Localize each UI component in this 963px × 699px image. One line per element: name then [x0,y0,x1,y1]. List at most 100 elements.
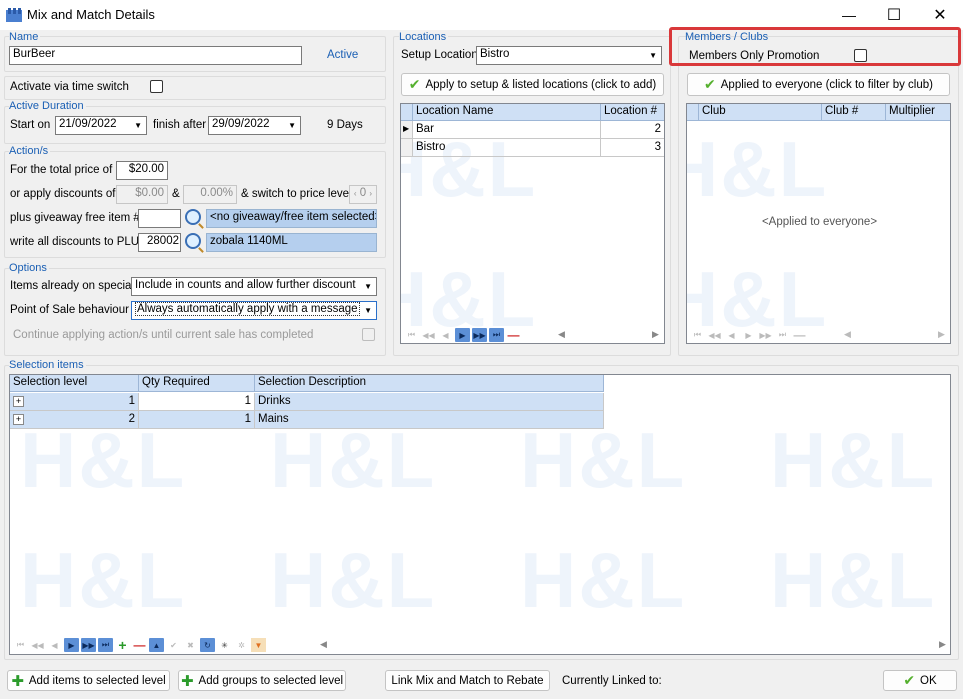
qty-required-cell[interactable]: 1 [139,411,255,429]
selection-description-cell[interactable]: Drinks [255,393,604,411]
column-header-multiplier[interactable]: Multiplier [886,104,950,121]
delete-record-icon[interactable]: — [132,638,147,652]
next-record-icon[interactable]: ▶ [455,328,470,342]
location-num-cell[interactable]: 3 [601,139,664,157]
column-header-location-num[interactable]: Location # [601,104,664,121]
watermark-logo: H&L [770,536,937,624]
plu-search-button[interactable] [185,233,201,249]
maximize-button[interactable]: ☐ [871,0,917,30]
add-icon: ✚ [11,672,24,690]
expand-plus-icon[interactable]: + [13,414,24,425]
ok-label: OK [920,674,937,687]
applied-everyone-button[interactable]: ✔ Applied to everyone (click to filter by… [687,73,950,96]
search-icon [185,233,201,249]
special-select[interactable]: Include in counts and allow further disc… [131,277,377,296]
prev-record-icon[interactable]: ◀ [438,328,453,342]
locations-grid[interactable]: H&L H&L Location Name Location # ▶ Bar 2… [400,103,665,344]
price-level-stepper[interactable]: ‹ 0 › [349,185,377,204]
clubs-grid[interactable]: H&L H&L Club Club # Multiplier <Applied … [686,103,951,344]
next-page-icon[interactable]: ▶▶ [758,328,773,342]
finish-date-picker[interactable]: 29/09/2022 ▼ [208,116,301,135]
confirm-icon[interactable]: ✔ [166,638,181,652]
last-record-icon[interactable]: ⏭ [98,638,113,652]
next-record-icon[interactable]: ▶ [741,328,756,342]
qty-required-cell[interactable]: 1 [139,393,255,411]
column-header-club[interactable]: Club [699,104,822,121]
selection-description-cell[interactable]: Mains [255,411,604,429]
add-items-button[interactable]: ✚ Add items to selected level [7,670,170,691]
location-name-cell[interactable]: Bar [413,121,601,139]
prev-record-icon[interactable]: ◀ [47,638,62,652]
collapse-all-icon[interactable]: ✲ [234,638,249,652]
close-button[interactable]: ✕ [917,0,963,30]
column-header-selection-description[interactable]: Selection Description [255,375,604,392]
scroll-right-icon[interactable]: ▶ [938,329,945,340]
plu-input[interactable]: 28002 [138,233,181,252]
column-header-location-name[interactable]: Location Name [413,104,601,121]
cancel-icon[interactable]: ✖ [183,638,198,652]
scroll-left-icon[interactable]: ◀ [558,329,565,340]
move-up-icon[interactable]: ▲ [149,638,164,652]
pos-behaviour-select[interactable]: Always automatically apply with a messag… [131,301,377,320]
selection-grid[interactable]: H&L H&L H&L H&L H&L H&L H&L H&L Selectio… [9,374,951,655]
giveaway-search-button[interactable] [185,209,201,225]
giveaway-input[interactable] [138,209,181,228]
prev-page-icon[interactable]: ◀◀ [421,328,436,342]
setup-location-label: Setup Location [401,49,478,61]
members-group-title: Members / Clubs [685,31,769,43]
discount-amount-input[interactable]: $0.00 [116,185,168,204]
filter-icon[interactable]: ▼ [251,638,266,652]
apply-locations-button[interactable]: ✔ Apply to setup & listed locations (clic… [401,73,664,96]
options-group-title: Options [9,262,49,274]
refresh-icon[interactable]: ↻ [200,638,215,652]
continue-checkbox[interactable] [362,328,375,341]
first-record-icon[interactable]: ⏮ [13,638,28,652]
delete-record-icon[interactable]: — [792,328,807,342]
scroll-right-icon[interactable]: ▶ [652,329,659,340]
last-record-icon[interactable]: ⏭ [489,328,504,342]
next-page-icon[interactable]: ▶▶ [472,328,487,342]
add-groups-button[interactable]: ✚ Add groups to selected level [178,670,346,691]
clubs-navigator: ⏮ ◀◀ ◀ ▶ ▶▶ ⏭ — [690,328,807,342]
expand-all-icon[interactable]: ✳ [217,638,232,652]
empty-grid-message: <Applied to everyone> [761,216,878,228]
scroll-left-icon[interactable]: ◀ [844,329,851,340]
prev-record-icon[interactable]: ◀ [724,328,739,342]
last-record-icon[interactable]: ⏭ [775,328,790,342]
add-record-icon[interactable]: + [115,637,130,653]
special-label: Items already on special [10,280,135,292]
selection-navigator: ⏮ ◀◀ ◀ ▶ ▶▶ ⏭ + — ▲ ✔ ✖ ↻ ✳ ✲ ▼ [13,637,266,653]
members-only-checkbox[interactable] [854,49,867,62]
column-header-qty-required[interactable]: Qty Required [139,375,255,392]
first-record-icon[interactable]: ⏮ [404,328,419,342]
minimize-button[interactable]: — [826,0,872,30]
add-groups-label: Add groups to selected level [198,674,344,687]
start-date-picker[interactable]: 21/09/2022 ▼ [55,116,147,135]
applied-everyone-label: Applied to everyone (click to filter by … [720,78,933,91]
ok-button[interactable]: ✔ OK [883,670,957,691]
column-header-club-num[interactable]: Club # [822,104,886,121]
discount-percent-input[interactable]: 0.00% [183,185,237,204]
finish-label: finish after [153,119,207,131]
activate-checkbox[interactable] [150,80,163,93]
selection-level-cell[interactable]: +2 [10,411,139,429]
title-bar: Mix and Match Details — ☐ ✕ [0,0,963,30]
link-rebate-button[interactable]: Link Mix and Match to Rebate [385,670,550,691]
prev-page-icon[interactable]: ◀◀ [707,328,722,342]
location-num-cell[interactable]: 2 [601,121,664,139]
prev-page-icon[interactable]: ◀◀ [30,638,45,652]
expand-plus-icon[interactable]: + [13,396,24,407]
total-price-input[interactable]: $20.00 [116,161,168,180]
next-page-icon[interactable]: ▶▶ [81,638,96,652]
delete-record-icon[interactable]: — [506,328,521,342]
location-name-cell[interactable]: Bistro [413,139,601,157]
scroll-right-icon[interactable]: ▶ [939,639,946,650]
selection-level-cell[interactable]: +1 [10,393,139,411]
name-input[interactable]: BurBeer [9,46,302,65]
column-header-selection-level[interactable]: Selection level [10,375,139,392]
scroll-left-icon[interactable]: ◀ [320,639,327,650]
pos-behaviour-label: Point of Sale behaviour [10,304,129,316]
next-record-icon[interactable]: ▶ [64,638,79,652]
first-record-icon[interactable]: ⏮ [690,328,705,342]
setup-location-select[interactable]: Bistro ▼ [476,46,662,65]
